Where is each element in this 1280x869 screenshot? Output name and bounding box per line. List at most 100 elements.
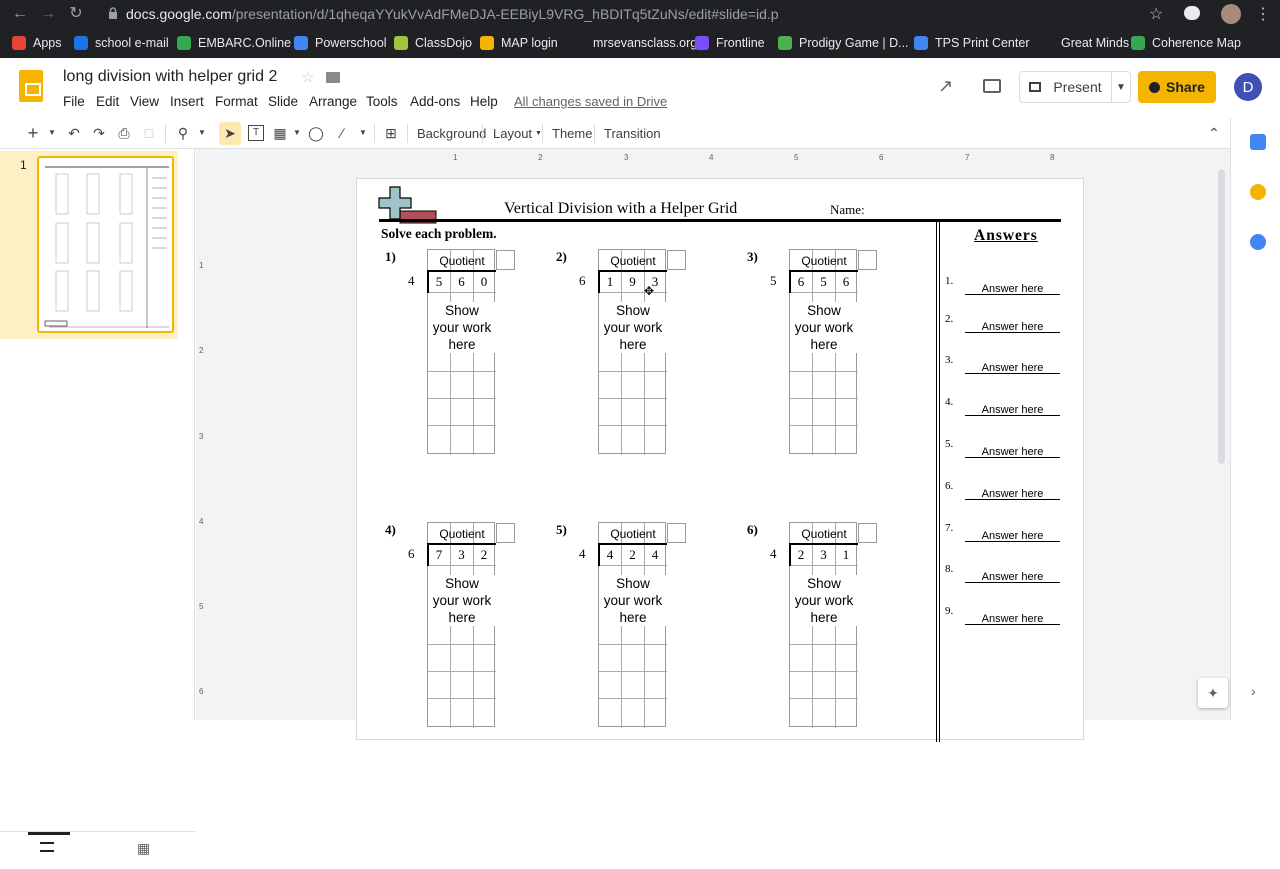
answer-text[interactable]: Answer here [965, 488, 1060, 500]
share-button[interactable]: Share [1138, 71, 1216, 103]
ruler-mark: 4 [199, 517, 204, 526]
bookmark-item[interactable]: Frontline [695, 34, 765, 52]
transition-button[interactable]: Transition [604, 124, 661, 143]
menu-format[interactable]: Format [215, 94, 258, 109]
dividend-digit: 4 [606, 547, 614, 562]
forward-icon[interactable]: → [36, 4, 60, 24]
helper-grid[interactable]: Quotient 5 6 0 Show your work here [427, 249, 515, 455]
bookmark-item[interactable]: Apps [12, 34, 62, 52]
tasks-icon[interactable] [1250, 234, 1266, 250]
bookmark-item[interactable]: ClassDojo [394, 34, 472, 52]
save-status[interactable]: All changes saved in Drive [514, 94, 667, 109]
image-icon[interactable]: ▦ [272, 125, 288, 141]
theme-button[interactable]: Theme [552, 124, 592, 143]
profile-avatar[interactable] [1221, 4, 1241, 24]
menu-tools[interactable]: Tools [366, 94, 398, 109]
menu-help[interactable]: Help [470, 94, 498, 109]
extra-quotient-cell[interactable] [858, 523, 877, 543]
slide-thumbnail[interactable] [37, 156, 174, 333]
menu-edit[interactable]: Edit [96, 94, 119, 109]
address-bar[interactable]: docs.google.com/presentation/d/1qheqaYYu… [98, 2, 1172, 26]
bookmark-item[interactable]: Great Minds [1040, 34, 1129, 52]
answer-text[interactable]: Answer here [965, 571, 1060, 583]
extra-quotient-cell[interactable] [496, 250, 515, 270]
paint-format-icon[interactable]: □ [141, 125, 157, 141]
menu-file[interactable]: File [63, 94, 85, 109]
print-icon[interactable]: ⎙ [116, 125, 132, 141]
list-view-icon[interactable] [40, 842, 54, 852]
bookmark-item[interactable]: TPS Print Center [914, 34, 1029, 52]
background-button[interactable]: Background [417, 124, 486, 143]
shape-icon[interactable]: ◯ [308, 125, 324, 141]
vertical-scrollbar[interactable] [1218, 169, 1225, 464]
back-icon[interactable]: ← [8, 4, 32, 24]
answer-text[interactable]: Answer here [965, 321, 1060, 333]
bookmark-item[interactable]: MAP login [480, 34, 558, 52]
reload-icon[interactable]: ↻ [64, 4, 88, 24]
filmstrip-view-controls: ▦ [0, 831, 195, 869]
menu-slide[interactable]: Slide [268, 94, 298, 109]
answer-text[interactable]: Answer here [965, 362, 1060, 374]
collapse-toolbar-icon[interactable]: ⌃ [1206, 125, 1222, 141]
calendar-icon[interactable] [1250, 134, 1266, 150]
answer-text[interactable]: Answer here [965, 530, 1060, 542]
activity-trend-icon[interactable]: ↗ [938, 76, 953, 97]
star-icon[interactable]: ☆ [301, 68, 314, 86]
line-dropdown-icon[interactable]: ▼ [355, 125, 371, 141]
zoom-icon[interactable]: ⚲ [175, 125, 191, 141]
comment-icon[interactable] [983, 79, 1001, 93]
bookmark-star-icon[interactable]: ☆ [1149, 4, 1163, 24]
ruler-mark: 2 [538, 153, 543, 162]
menu-insert[interactable]: Insert [170, 94, 204, 109]
new-slide-icon[interactable]: + [25, 124, 41, 142]
bookmark-item[interactable]: EMBARC.Online [177, 34, 291, 52]
line-icon[interactable]: ∕ [334, 125, 350, 141]
insert-comment-icon[interactable]: ⊞ [383, 125, 399, 141]
redo-icon[interactable]: ↷ [91, 125, 107, 141]
bookmark-item[interactable]: Prodigy Game | D... [778, 34, 909, 52]
bookmark-item[interactable]: mrsevansclass.org [572, 34, 697, 52]
menu-view[interactable]: View [130, 94, 159, 109]
extra-quotient-cell[interactable] [496, 523, 515, 543]
helper-grid[interactable]: Quotient 2 3 1 Show your work here [789, 522, 877, 728]
image-dropdown-icon[interactable]: ▼ [289, 125, 305, 141]
helper-grid[interactable]: Quotient 7 3 2 Show your work here [427, 522, 515, 728]
expand-panel-icon[interactable]: › [1251, 683, 1256, 699]
dividend-digit: 2 [797, 547, 805, 562]
divisor: 4 [408, 273, 415, 288]
helper-grid[interactable]: Quotient 6 5 6 Show your work here [789, 249, 877, 455]
zoom-dropdown-icon[interactable]: ▼ [194, 125, 210, 141]
present-dropdown[interactable]: ▼ [1111, 71, 1131, 103]
user-avatar[interactable]: D [1234, 73, 1262, 101]
work-area-label: Show your work here [599, 302, 667, 353]
answer-text[interactable]: Answer here [965, 283, 1060, 295]
answer-text[interactable]: Answer here [965, 404, 1060, 416]
menu-addons[interactable]: Add-ons [410, 94, 460, 109]
slides-logo-icon[interactable] [19, 70, 43, 102]
bookmark-item[interactable]: school e-mail [74, 34, 169, 52]
new-slide-dropdown-icon[interactable]: ▼ [44, 125, 60, 141]
helper-grid[interactable]: Quotient 1 9 3 Show your work here [598, 249, 686, 455]
browser-menu-icon[interactable]: ⋮ [1255, 4, 1271, 24]
undo-icon[interactable]: ↶ [66, 125, 82, 141]
answer-text[interactable]: Answer here [965, 446, 1060, 458]
grid-view-icon[interactable]: ▦ [137, 840, 150, 857]
keep-icon[interactable] [1250, 184, 1266, 200]
document-title[interactable]: long division with helper grid 2 [63, 68, 277, 86]
helper-grid[interactable]: Quotient 4 2 4 Show your work here [598, 522, 686, 728]
extra-quotient-cell[interactable] [858, 250, 877, 270]
bookmark-item[interactable]: Powerschool [294, 34, 387, 52]
text-box-icon[interactable]: T [248, 125, 264, 141]
extra-quotient-cell[interactable] [667, 523, 686, 543]
present-button[interactable]: Present [1019, 71, 1112, 103]
select-tool[interactable]: ➤ [219, 122, 241, 145]
extension-icon[interactable] [1184, 6, 1200, 20]
answer-text[interactable]: Answer here [965, 613, 1060, 625]
menu-arrange[interactable]: Arrange [309, 94, 357, 109]
layout-button[interactable]: Layout ▼ [493, 124, 542, 143]
extra-quotient-cell[interactable] [667, 250, 686, 270]
slide[interactable]: Vertical Division with a Helper Grid Nam… [357, 179, 1083, 742]
bookmark-item[interactable]: Coherence Map [1131, 34, 1241, 52]
folder-icon[interactable] [326, 72, 340, 83]
explore-icon[interactable]: ✦ [1198, 678, 1228, 708]
